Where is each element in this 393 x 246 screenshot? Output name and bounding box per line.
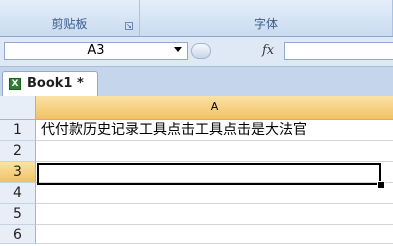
clipboard-dialog-launcher-icon[interactable]: ↘ [125, 22, 133, 30]
name-box[interactable]: A3 [4, 42, 188, 60]
workbook-tab[interactable]: X Book1 * [2, 71, 98, 96]
workbook-tab-label: Book1 * [27, 76, 84, 91]
insert-function-icon[interactable]: fx [262, 43, 274, 58]
chevron-down-icon[interactable] [174, 47, 182, 52]
cell-a5[interactable] [36, 204, 393, 225]
spreadsheet-grid: A 1 代付款历史记录工具点击工具点击是大法官 2 3 4 5 6 [0, 96, 393, 244]
row-header-5[interactable]: 5 [0, 204, 36, 225]
cell-a2[interactable] [36, 141, 393, 162]
ribbon: 剪贴板 ↘ 字体 [0, 0, 393, 37]
font-group: 字体 [140, 0, 393, 36]
select-all-corner[interactable] [0, 96, 36, 120]
excel-icon: X [9, 78, 21, 90]
cell-a1[interactable]: 代付款历史记录工具点击工具点击是大法官 [36, 120, 393, 141]
row-header-6[interactable]: 6 [0, 225, 36, 244]
workbook-tab-bar: X Book1 * [0, 67, 393, 96]
fill-handle[interactable] [377, 181, 385, 189]
row-header-1[interactable]: 1 [0, 120, 36, 141]
row-header-3[interactable]: 3 [0, 162, 36, 183]
row-header-4[interactable]: 4 [0, 183, 36, 204]
formula-input[interactable] [284, 42, 393, 60]
clipboard-group: 剪贴板 ↘ [0, 0, 140, 36]
font-group-label: 字体 [253, 17, 278, 31]
column-header-a[interactable]: A [36, 96, 393, 120]
active-cell-selection[interactable] [37, 163, 381, 185]
cell-a4[interactable] [36, 183, 393, 204]
row-header-2[interactable]: 2 [0, 141, 36, 162]
cell-a6[interactable] [36, 225, 393, 244]
clipboard-group-label: 剪贴板 [51, 17, 88, 31]
formula-bar: A3 fx [0, 37, 393, 67]
formula-bar-splitter[interactable] [191, 43, 211, 59]
